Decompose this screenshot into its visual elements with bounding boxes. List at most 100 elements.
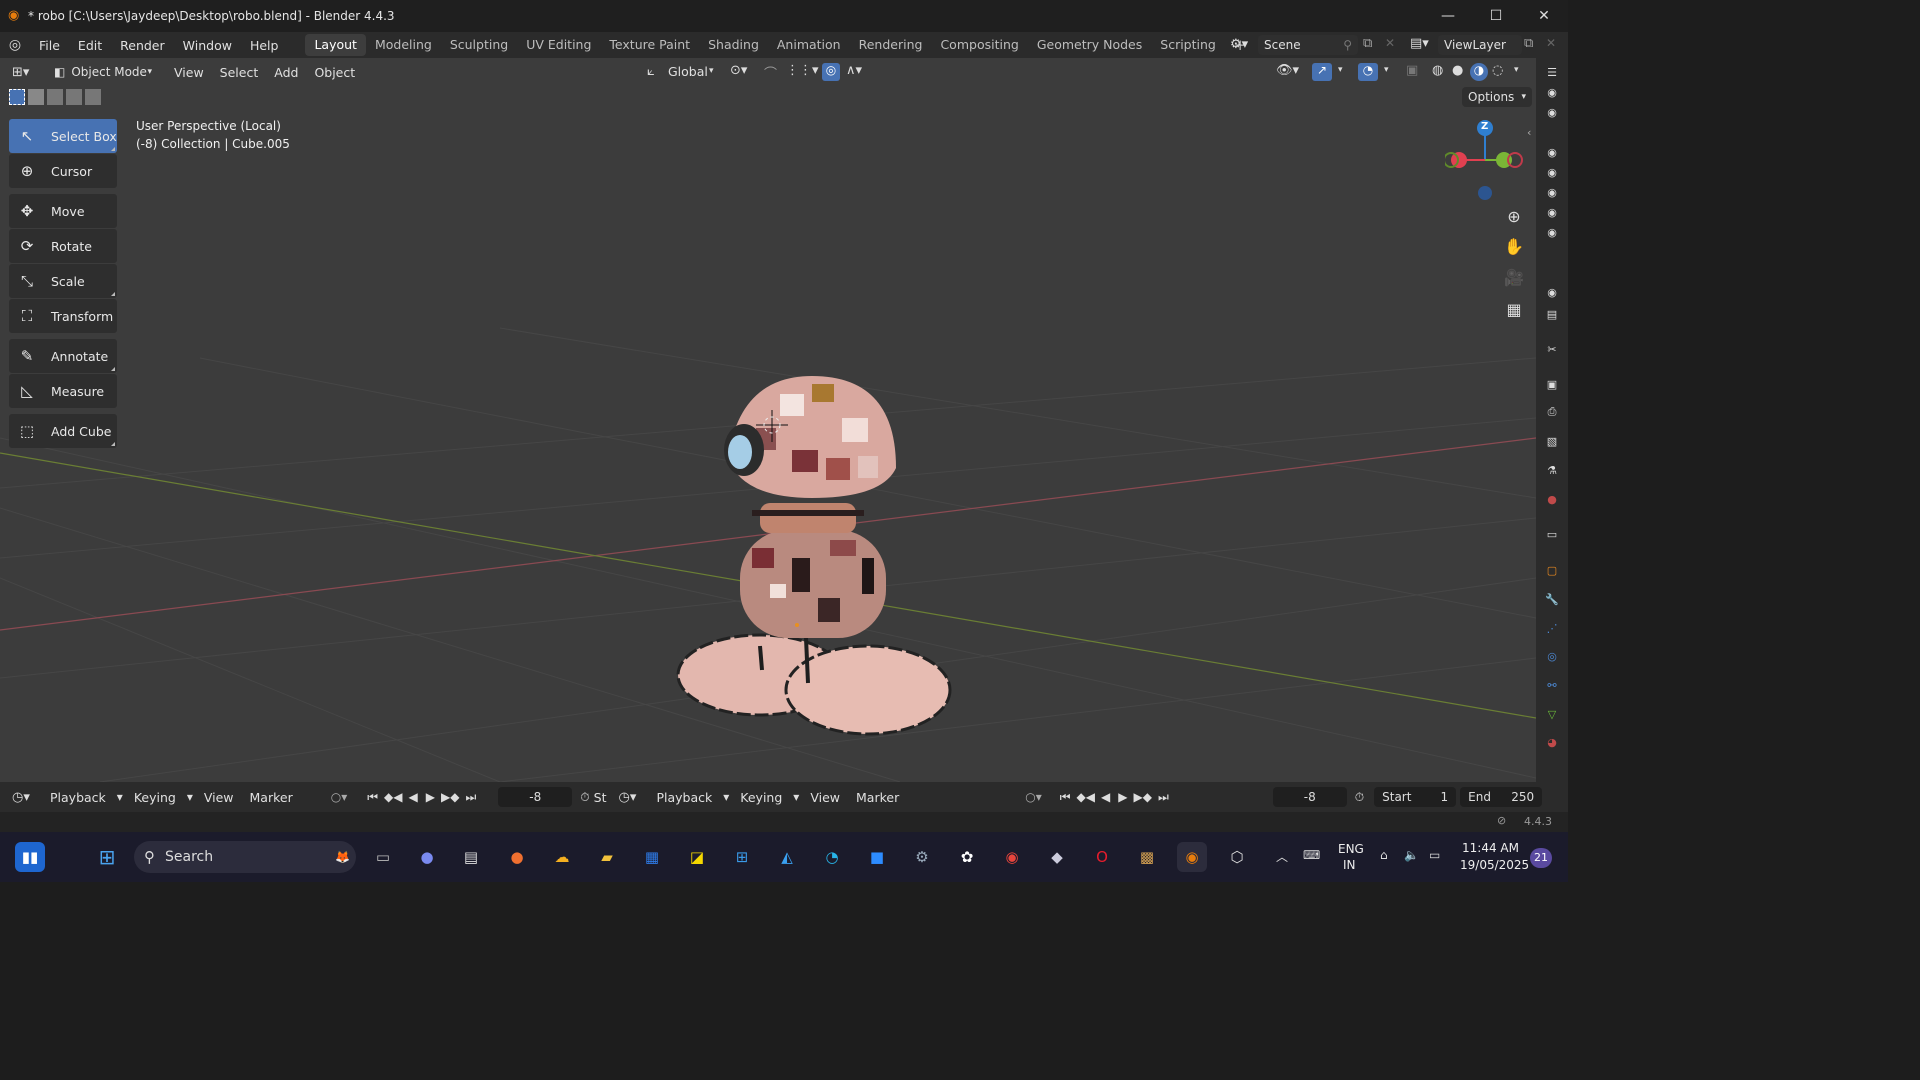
timeline-menu-playback[interactable]: Playback (42, 790, 114, 805)
maximize-button[interactable]: ☐ (1472, 0, 1520, 32)
pivot-icon[interactable]: ⊙▾ (730, 63, 747, 78)
particle-properties-icon[interactable]: ⋰ (1544, 620, 1560, 636)
prev-keyframe-icon[interactable]: ◆◀ (384, 790, 402, 804)
new-scene-icon[interactable]: ⧉ (1363, 36, 1372, 51)
pin-icon[interactable]: ⚲ (1343, 38, 1352, 52)
world-properties-icon[interactable]: ● (1544, 491, 1560, 507)
chatgpt-icon[interactable]: ✿ (952, 842, 982, 872)
menu-edit[interactable]: Edit (69, 38, 111, 53)
camera-restrict-icon[interactable]: ◉ (1544, 284, 1560, 300)
camera-restrict-icon[interactable]: ◉ (1544, 224, 1560, 240)
menu-render[interactable]: Render (111, 38, 174, 53)
view-layer-properties-icon[interactable]: ▧ (1544, 433, 1560, 449)
play-icon[interactable]: ▶ (426, 790, 435, 804)
tab-compositing[interactable]: Compositing (931, 34, 1027, 56)
pan-hand-icon[interactable]: ✋ (1500, 232, 1528, 260)
clock-time[interactable]: 11:44 AM (1462, 841, 1519, 855)
tool-scale[interactable]: ⤡ Scale (9, 264, 117, 298)
current-frame-field[interactable]: -8 (498, 787, 573, 807)
properties-editor-icon[interactable]: ▤ (1544, 306, 1560, 322)
next-keyframe-icon[interactable]: ▶◆ (1133, 790, 1151, 804)
tab-geometry-nodes[interactable]: Geometry Nodes (1028, 34, 1151, 56)
tool-move[interactable]: ✥ Move (9, 194, 117, 228)
tab-uv-editing[interactable]: UV Editing (517, 34, 600, 56)
scene-properties-icon[interactable]: ⚗ (1544, 462, 1560, 478)
gizmo-chevron-icon[interactable]: ▾ (1338, 65, 1343, 75)
options-button[interactable]: Options ▾ (1462, 87, 1532, 107)
snap-target-icon[interactable]: ⋮⋮▾ (786, 63, 819, 78)
camera-restrict-icon[interactable]: ◉ (1544, 104, 1560, 120)
timeline-menu-playback[interactable]: Playback (648, 790, 720, 805)
calendar-icon[interactable]: ▦ (637, 842, 667, 872)
editor-type-icon[interactable]: ⊞▾ (12, 65, 42, 80)
select-intersect-icon[interactable] (85, 89, 101, 105)
camera-restrict-icon[interactable]: ◉ (1544, 184, 1560, 200)
render-properties-icon[interactable]: ▣ (1544, 376, 1560, 392)
tray-overflow-icon[interactable]: ︿ (1276, 848, 1288, 865)
3d-viewport[interactable]: ⊞▾ ◧ Object Mode ▾ View Select Add Objec… (0, 58, 1536, 782)
blender-taskbar-icon[interactable]: ◉ (1177, 842, 1207, 872)
select-invert-icon[interactable] (66, 89, 82, 105)
tab-shading[interactable]: Shading (699, 34, 768, 56)
auto-keying-icon[interactable]: ○▾ (331, 790, 348, 804)
tool-add-cube[interactable]: ⬚ Add Cube (9, 414, 117, 448)
auto-keying-icon[interactable]: ○▾ (1025, 790, 1042, 804)
visibility-icon[interactable]: 👁▾ (1276, 63, 1299, 78)
jump-end-icon[interactable]: ⏭ (1158, 790, 1169, 805)
xray-icon[interactable]: ▣ (1406, 63, 1418, 78)
viewport-menu-add[interactable]: Add (266, 65, 306, 80)
sidebar-toggle-icon[interactable]: ‹ (1527, 126, 1531, 139)
material-properties-icon[interactable]: ◕ (1544, 734, 1560, 750)
falloff-icon[interactable]: ∧▾ (846, 63, 862, 78)
edge-icon[interactable]: ◔ (817, 842, 847, 872)
tool-measure[interactable]: ◺ Measure (9, 374, 117, 408)
play-icon[interactable]: ▶ (1118, 790, 1127, 804)
timeline-menu-marker[interactable]: Marker (848, 790, 907, 805)
delete-scene-icon[interactable]: ✕ (1385, 36, 1395, 50)
output-properties-icon[interactable]: ⎙ (1544, 404, 1560, 420)
chat-icon[interactable]: ● (412, 842, 442, 872)
tab-texture-paint[interactable]: Texture Paint (600, 34, 699, 56)
timeline-menu-marker[interactable]: Marker (242, 790, 301, 805)
timeline-menu-view[interactable]: View (802, 790, 848, 805)
view-layer-icon[interactable]: ▤▾ (1410, 36, 1429, 51)
viewport-menu-view[interactable]: View (166, 65, 212, 80)
language-bottom[interactable]: IN (1343, 858, 1356, 872)
opera-icon[interactable]: O (1087, 842, 1117, 872)
taskbar-search-box[interactable]: ⚲ Search 🦊 (134, 841, 356, 873)
stopwatch-icon[interactable]: ⏱ (1355, 790, 1364, 805)
tool-properties-icon[interactable]: ✂ (1544, 341, 1560, 357)
stopwatch-icon[interactable]: ⏱ (580, 790, 589, 805)
start-frame-field[interactable]: Start 1 (1374, 787, 1457, 807)
select-subtract-icon[interactable] (47, 89, 63, 105)
settings-gear-icon[interactable]: ⚙ (907, 842, 937, 872)
scene-field[interactable]: Scene ⚲ (1258, 35, 1358, 55)
keyboard-icon[interactable]: ⌨ (1303, 848, 1320, 862)
tool-rotate[interactable]: ⟳ Rotate (9, 229, 117, 263)
perspective-toggle-icon[interactable]: ▦ (1500, 295, 1528, 323)
current-frame-field[interactable]: -8 (1272, 787, 1347, 807)
menu-window[interactable]: Window (174, 38, 241, 53)
play-reverse-icon[interactable]: ◀ (1101, 790, 1110, 804)
outliner-icon[interactable]: ☰ (1544, 64, 1560, 80)
physics-properties-icon[interactable]: ◎ (1544, 648, 1560, 664)
clock-date[interactable]: 19/05/2025 (1460, 858, 1529, 872)
select-extend-icon[interactable] (28, 89, 44, 105)
tab-modeling[interactable]: Modeling (366, 34, 441, 56)
sticky-notes-icon[interactable]: ◪ (682, 842, 712, 872)
solid-shading-icon[interactable]: ● (1452, 63, 1463, 78)
delete-view-layer-icon[interactable]: ✕ (1546, 36, 1556, 50)
material-shading-icon[interactable]: ◑ (1470, 63, 1488, 81)
gizmo-toggle-icon[interactable]: ↗ (1312, 63, 1332, 81)
widgets-icon[interactable]: ▮▮ (15, 842, 45, 872)
tab-animation[interactable]: Animation (768, 34, 850, 56)
play-reverse-icon[interactable]: ◀ (409, 790, 418, 804)
camera-restrict-icon[interactable]: ◉ (1544, 164, 1560, 180)
snap-icon[interactable]: ⌒ (764, 63, 777, 82)
minimize-button[interactable]: — (1424, 0, 1472, 32)
shading-chevron-icon[interactable]: ▾ (1514, 65, 1519, 75)
jump-end-icon[interactable]: ⏭ (465, 790, 476, 805)
timeline-menu-view[interactable]: View (196, 790, 242, 805)
store-icon[interactable]: ⊞ (727, 842, 757, 872)
select-new-icon[interactable] (9, 89, 25, 105)
